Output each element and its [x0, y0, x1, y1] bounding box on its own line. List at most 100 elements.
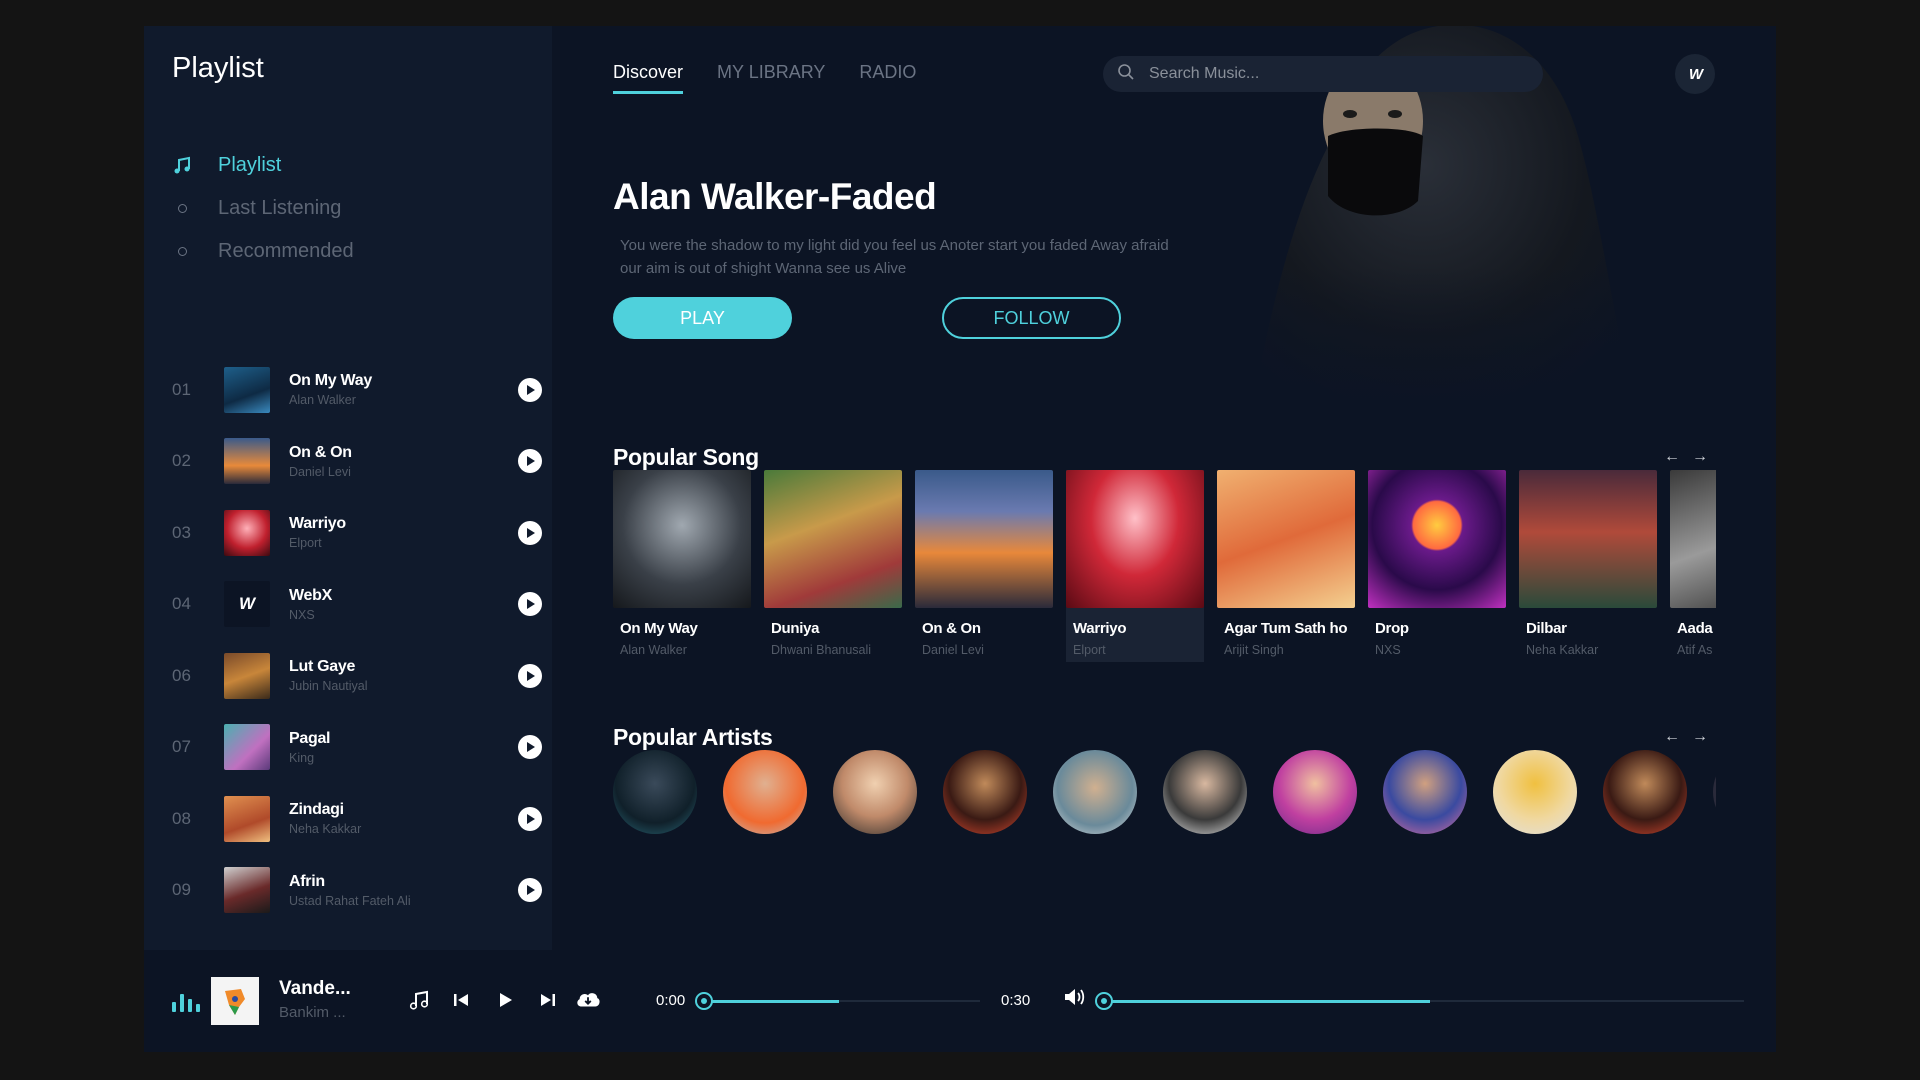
song-cover — [1519, 470, 1657, 608]
song-artist: NXS — [1375, 643, 1401, 657]
playlist-track[interactable]: 06 Lut Gaye Jubin Nautiyal — [172, 640, 542, 712]
nav-item-playlist[interactable]: Playlist — [172, 144, 354, 187]
nav-item-recommended[interactable]: Recommended — [172, 230, 354, 273]
seek-bar-fill — [704, 1000, 840, 1003]
tab-my-library[interactable]: MY LIBRARY — [717, 62, 825, 94]
popular-artists-title: Popular Artists — [613, 724, 773, 750]
search-bar[interactable] — [1103, 56, 1543, 92]
song-card[interactable]: Aada Atif As — [1670, 470, 1716, 657]
play-icon[interactable] — [518, 663, 542, 688]
song-title: Dilbar — [1526, 620, 1567, 637]
play-icon[interactable] — [518, 878, 542, 903]
track-number: 07 — [172, 737, 191, 757]
tab-discover[interactable]: Discover — [613, 62, 684, 94]
track-number: 06 — [172, 665, 191, 685]
song-artist: Arijit Singh — [1224, 643, 1284, 657]
song-card[interactable]: Drop NXS — [1368, 470, 1506, 657]
arrow-right-icon[interactable]: → — [1692, 728, 1708, 746]
duration: 0:30 — [1001, 992, 1031, 1009]
play-icon[interactable] — [518, 735, 542, 760]
track-title: Afrin — [289, 872, 325, 890]
arrow-left-icon[interactable]: ← — [1664, 448, 1680, 466]
nav-item-label: Playlist — [218, 154, 282, 176]
popular-artists-arrows: ← → — [1664, 728, 1708, 746]
playlist-track[interactable]: 08 Zindagi Neha Kakkar — [172, 783, 542, 855]
playlist-track[interactable]: 02 On & On Daniel Levi — [172, 426, 542, 498]
artist-avatar[interactable] — [1603, 750, 1687, 834]
play-button[interactable]: PLAY — [613, 297, 792, 339]
follow-button[interactable]: FOLLOW — [942, 297, 1121, 339]
play-icon[interactable] — [518, 449, 542, 474]
arrow-right-icon[interactable]: → — [1692, 448, 1708, 466]
song-card[interactable]: Dilbar Neha Kakkar — [1519, 470, 1657, 657]
artist-avatar[interactable] — [1273, 750, 1357, 834]
artist-avatar[interactable] — [613, 750, 697, 834]
track-thumbnail — [224, 724, 270, 771]
song-card[interactable]: Duniya Dhwani Bhanusali — [764, 470, 902, 657]
avatar[interactable]: W — [1675, 54, 1715, 94]
artist-avatar[interactable] — [1493, 750, 1577, 834]
sidebar: Playlist Playlist Last Listening Recomme… — [144, 26, 552, 950]
track-number: 01 — [172, 379, 191, 399]
song-artist: Dhwani Bhanusali — [771, 643, 872, 657]
playlist-track[interactable]: 09 Afrin Ustad Rahat Fateh Ali — [172, 855, 542, 927]
music-note-icon[interactable] — [406, 987, 432, 1013]
track-number: 03 — [172, 522, 191, 542]
track-title: WebX — [289, 586, 332, 604]
volume-icon[interactable] — [1062, 984, 1088, 1010]
seek-bar[interactable] — [695, 992, 980, 1010]
playlist-track[interactable]: 04 W WebX NXS — [172, 569, 542, 641]
song-card[interactable]: On My Way Alan Walker — [613, 470, 751, 657]
play-icon[interactable] — [518, 377, 542, 402]
play-icon[interactable] — [518, 806, 542, 831]
playlist-track[interactable]: 07 Pagal King — [172, 712, 542, 784]
circle-icon — [172, 199, 192, 219]
song-card[interactable]: Warriyo Elport — [1066, 470, 1204, 662]
seek-knob[interactable] — [695, 992, 713, 1010]
song-artist: Elport — [1073, 643, 1106, 657]
tab-radio[interactable]: RADIO — [859, 62, 916, 94]
play-icon[interactable] — [518, 520, 542, 545]
download-icon[interactable] — [575, 987, 601, 1013]
skip-previous-icon[interactable] — [448, 987, 474, 1013]
nav-item-label: Recommended — [218, 240, 354, 262]
artist-avatar[interactable] — [1053, 750, 1137, 834]
player-bar: Vande... Bankim ... 0:00 0:30 — [144, 950, 1776, 1052]
play-icon[interactable] — [518, 592, 542, 617]
search-input[interactable] — [1149, 65, 1509, 83]
now-playing-thumbnail — [211, 977, 259, 1025]
sidebar-title: Playlist — [172, 52, 264, 84]
artist-avatar[interactable] — [943, 750, 1027, 834]
song-cover — [1066, 470, 1204, 608]
track-title: Pagal — [289, 729, 331, 747]
track-artist: Ustad Rahat Fateh Ali — [289, 893, 411, 908]
artist-avatar[interactable] — [1383, 750, 1467, 834]
artist-avatar[interactable] — [723, 750, 807, 834]
song-card[interactable]: Agar Tum Sath ho Arijit Singh — [1217, 470, 1355, 657]
play-icon[interactable] — [492, 987, 518, 1013]
song-artist: Atif As — [1677, 643, 1713, 657]
arrow-left-icon[interactable]: ← — [1664, 728, 1680, 746]
music-note-icon — [172, 156, 192, 176]
artist-avatar[interactable] — [1163, 750, 1247, 834]
artist-avatar[interactable] — [1713, 750, 1716, 834]
song-card[interactable]: On & On Daniel Levi — [915, 470, 1053, 657]
volume-bar[interactable] — [1095, 992, 1744, 1010]
song-title: Warriyo — [1073, 620, 1127, 637]
nav-item-last-listening[interactable]: Last Listening — [172, 187, 354, 230]
track-artist: Neha Kakkar — [289, 822, 362, 837]
volume-knob[interactable] — [1095, 992, 1113, 1010]
artist-avatar[interactable] — [833, 750, 917, 834]
track-number: 08 — [172, 808, 191, 828]
skip-next-icon[interactable] — [535, 987, 561, 1013]
track-artist: Elport — [289, 536, 322, 551]
track-thumbnail — [224, 795, 270, 842]
track-title: On My Way — [289, 372, 372, 390]
main-tabs: Discover MY LIBRARY RADIO — [613, 62, 950, 94]
playlist-tracks: 01 On My Way Alan Walker 02 On & On Daniel… — [172, 354, 542, 926]
playlist-track[interactable]: 03 Warriyo Elport — [172, 497, 542, 569]
song-artist: Neha Kakkar — [1526, 643, 1599, 657]
track-artist: Alan Walker — [289, 393, 356, 408]
song-title: Agar Tum Sath ho — [1224, 620, 1348, 637]
playlist-track[interactable]: 01 On My Way Alan Walker — [172, 354, 542, 426]
